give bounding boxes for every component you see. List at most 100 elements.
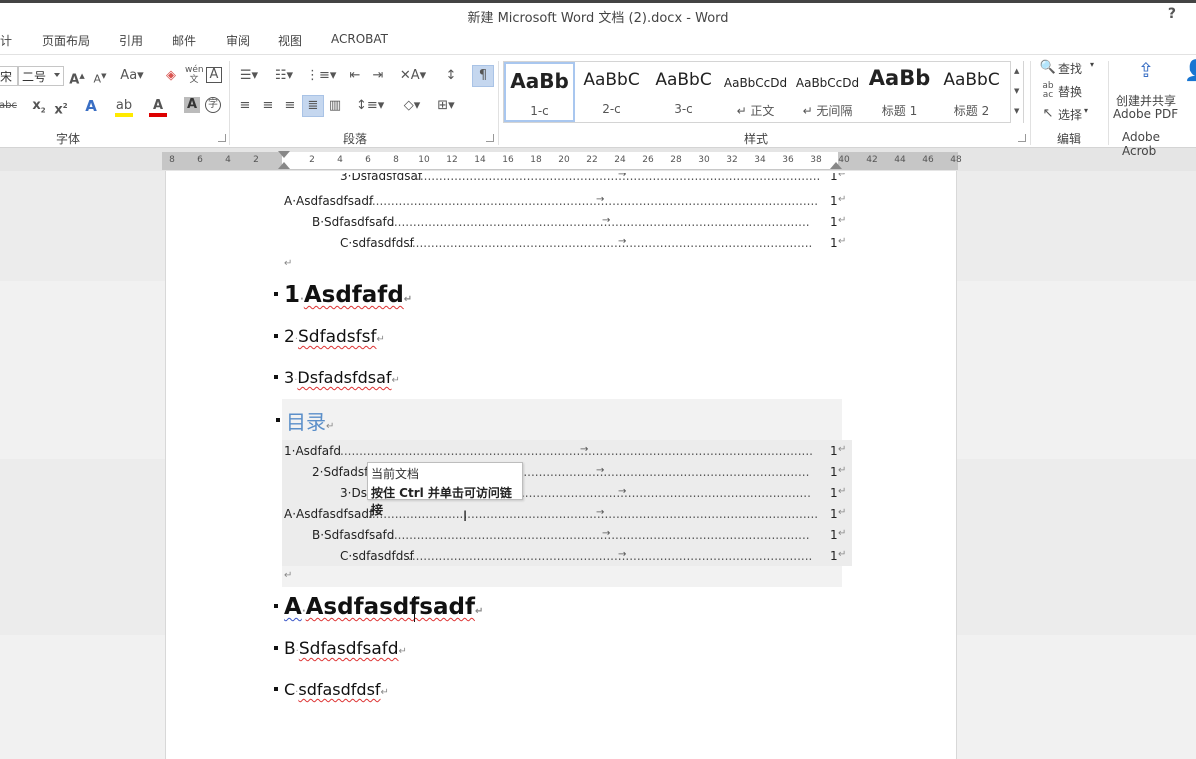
ruler-tick: 48 [950, 155, 962, 165]
replace-button[interactable]: 替换 [1058, 83, 1082, 100]
enclose-char-icon[interactable]: 字 [205, 97, 221, 113]
heading-3[interactable]: C·sdfasdfdsf↵ [274, 680, 389, 699]
numbering-icon[interactable]: ☷▾ [271, 67, 297, 85]
ruler-tick: 6 [365, 155, 371, 165]
create-pdf-icon[interactable]: ⇪ [1134, 60, 1158, 87]
find-dropdown-icon[interactable]: ▾ [1090, 60, 1094, 69]
ruler-tick: 16 [502, 155, 514, 165]
toc-entry[interactable]: A·Asdfasdfsadf .........................… [284, 194, 846, 210]
scroll-down-icon[interactable]: ▼ [1014, 87, 1019, 95]
highlight-icon[interactable]: ab [115, 97, 133, 117]
heading-3[interactable]: 3·Dsfadsfdsaf↵ [274, 368, 400, 387]
style-item[interactable]: AaBb 1-c [504, 62, 575, 122]
heading-1[interactable]: A·Asdfasdfsadf↵ [274, 594, 483, 620]
tab-review[interactable]: 审阅 [226, 32, 250, 49]
find-icon[interactable]: 🔍 [1039, 59, 1057, 77]
ruler-tick: 44 [894, 155, 906, 165]
horizontal-ruler[interactable]: 8 6 4 2 2 4 6 8 10 12 14 16 18 20 22 24 26 28 30 32 34 36 38 40… [162, 151, 962, 170]
create-pdf-line2[interactable]: Adobe PDF [1113, 107, 1178, 121]
font-name-combo[interactable]: 宋 [0, 66, 18, 86]
toc-entry[interactable]: B·Sdfasdfsafd ..........................… [312, 215, 846, 231]
ruler-tick: 26 [642, 155, 654, 165]
text-effects-icon[interactable]: A [82, 97, 100, 115]
strikethrough-icon[interactable]: abc [0, 97, 22, 115]
heading-2[interactable]: B·Sdfasdfsafd↵ [274, 639, 407, 659]
styles-dialog-launcher-icon[interactable] [1018, 134, 1026, 142]
tab-design[interactable]: 计 [0, 32, 12, 49]
toc-entry[interactable]: C·sdfasdfdsf ...........................… [340, 549, 846, 565]
styles-gallery: AaBb 1-c AaBbC 2-c AaBbC 3-c AaBbCcDd ↵ … [503, 61, 1023, 123]
toc-entry[interactable]: C·sdfasdfdsf ...........................… [340, 236, 846, 252]
bullets-icon[interactable]: ☰▾ [236, 67, 262, 85]
toc-entry[interactable]: A·Asdfasdfsadf .........................… [284, 507, 846, 523]
char-shading-icon[interactable]: A [184, 97, 200, 113]
select-dropdown-icon[interactable]: ▾ [1084, 106, 1088, 115]
heading-1[interactable]: 1·Asdfafd↵ [274, 282, 412, 308]
ruler-tick: 46 [922, 155, 934, 165]
ruler-tick: 28 [670, 155, 682, 165]
align-center-icon[interactable]: ≡ [259, 97, 277, 115]
align-left-icon[interactable]: ≡ [236, 97, 254, 115]
font-dialog-launcher-icon[interactable] [218, 134, 226, 142]
phonetic-guide-icon[interactable]: wén 文 [185, 65, 204, 85]
ruler-tick: 2 [253, 155, 259, 165]
acrobat-group-label: Adobe Acrob [1122, 130, 1160, 158]
font-color-icon[interactable]: A [149, 97, 167, 117]
help-icon[interactable]: ? [1168, 6, 1176, 22]
ruler-tick: 10 [418, 155, 430, 165]
multilevel-list-icon[interactable]: ⋮≡▾ [306, 67, 336, 85]
decrease-indent-icon[interactable]: ⇤ [346, 67, 364, 85]
change-case-icon[interactable]: Aa▾ [118, 67, 146, 85]
select-icon[interactable]: ↖ [1039, 105, 1057, 123]
share-icon[interactable]: 👤 [1184, 60, 1196, 87]
grow-font-icon[interactable]: A▲ [68, 67, 86, 87]
editing-group-label: 编辑 [1057, 132, 1082, 146]
heading-2[interactable]: 2·Sdfadsfsf↵ [274, 327, 385, 347]
style-item[interactable]: AaBb 标题 1 [864, 62, 935, 122]
more-styles-icon[interactable]: ▼ [1014, 107, 1019, 115]
increase-indent-icon[interactable]: ⇥ [369, 67, 387, 85]
style-item[interactable]: AaBbCcDd ↵ 正文 [720, 62, 791, 122]
tab-mailings[interactable]: 邮件 [172, 32, 196, 49]
subscript-icon[interactable]: x2 [30, 97, 48, 115]
distribute-icon[interactable]: ▥ [326, 97, 344, 115]
tooltip-line2: 按住 Ctrl 并单击可访问链接 [371, 486, 512, 517]
show-marks-icon[interactable]: ¶ [472, 65, 494, 87]
toc-title[interactable]: 目录↵ [276, 406, 334, 435]
style-item[interactable]: AaBbCcDd ↵ 无间隔 [792, 62, 863, 122]
char-border-icon[interactable]: A [206, 67, 222, 83]
chinese-layout-icon[interactable]: ✕A▾ [399, 67, 427, 85]
find-button[interactable]: 查找 [1058, 60, 1082, 77]
select-button[interactable]: 选择 [1058, 106, 1082, 123]
first-line-indent-marker-icon[interactable] [278, 151, 290, 158]
justify-icon[interactable]: ≣ [302, 95, 324, 117]
borders-icon[interactable]: ⊞▾ [432, 97, 460, 115]
clear-format-icon[interactable]: ◈ [162, 67, 180, 85]
tab-page-layout[interactable]: 页面布局 [42, 32, 90, 49]
style-item[interactable]: AaBbC 2-c [576, 62, 647, 122]
sort-icon[interactable]: ↕ [442, 67, 460, 85]
tab-view[interactable]: 视图 [278, 32, 302, 49]
tooltip-line1: 当前文档 [371, 467, 420, 481]
tab-references[interactable]: 引用 [119, 32, 143, 49]
style-item[interactable]: AaBbC 3-c [648, 62, 719, 122]
style-item[interactable]: AaBbC 标题 2 [936, 62, 1007, 122]
replace-icon[interactable]: ab ac [1039, 82, 1057, 100]
toc-entry[interactable]: B·Sdfasdfsafd ..........................… [312, 528, 846, 544]
toc-entry[interactable]: 3·Dsfadsfdsaf ..........................… [340, 173, 845, 185]
toc-entry[interactable]: 1·Asdfafd ..............................… [284, 444, 846, 460]
ruler-tick: 38 [810, 155, 822, 165]
right-indent-marker-icon[interactable] [830, 162, 842, 169]
hanging-indent-marker-icon[interactable] [278, 162, 290, 169]
shading-icon[interactable]: ◇▾ [398, 97, 426, 115]
scroll-up-icon[interactable]: ▲ [1014, 67, 1019, 75]
paragraph-dialog-launcher-icon[interactable] [486, 134, 494, 142]
shrink-font-icon[interactable]: A▼ [91, 67, 109, 86]
align-right-icon[interactable]: ≡ [281, 97, 299, 115]
font-size-combo[interactable]: 二号 [18, 66, 64, 86]
superscript-icon[interactable]: x2 [52, 97, 70, 117]
ruler-tick: 32 [726, 155, 738, 165]
line-spacing-icon[interactable]: ↕≡▾ [356, 97, 384, 115]
tab-acrobat[interactable]: ACROBAT [331, 32, 388, 46]
styles-scroll[interactable]: ▲ ▼ ▼ [1010, 61, 1024, 123]
